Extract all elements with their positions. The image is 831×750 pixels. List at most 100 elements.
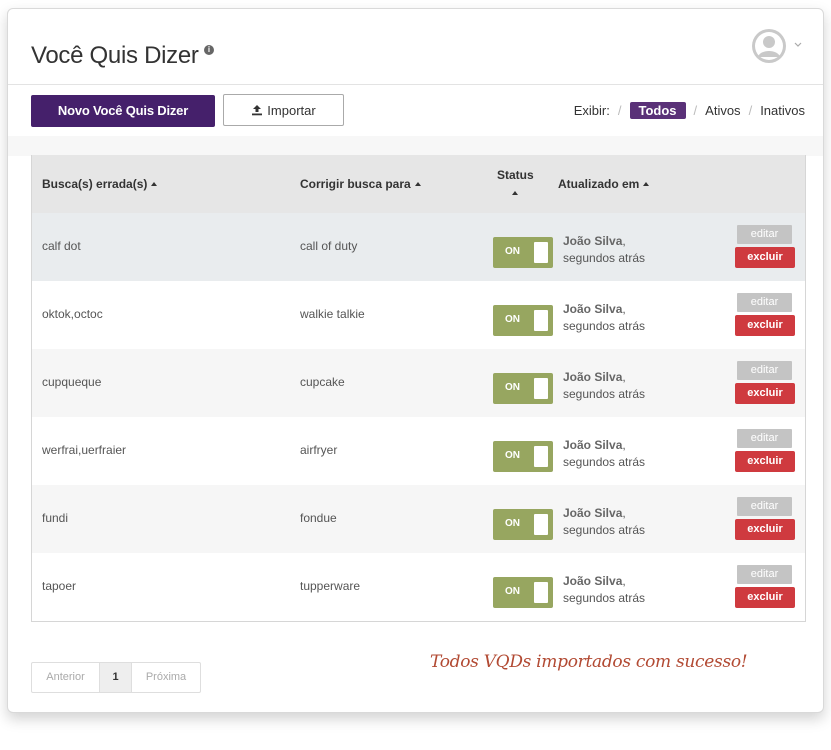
correct-search-cell: call of duty (300, 239, 358, 253)
edit-button[interactable]: editar (737, 293, 792, 312)
page-1-button[interactable]: 1 (100, 663, 132, 692)
toggle-label: ON (505, 518, 520, 529)
table-spacer (8, 136, 823, 156)
column-wrong-search[interactable]: Busca(s) errada(s) (42, 177, 158, 191)
edit-button[interactable]: editar (737, 429, 792, 448)
wrong-search-cell: fundi (42, 511, 69, 525)
updated-user: João Silva (563, 506, 623, 520)
status-toggle[interactable]: ON (493, 577, 553, 608)
page-header: Você Quis Dizer i (8, 9, 823, 85)
column-label: Corrigir busca para (300, 177, 411, 191)
column-updated[interactable]: Atualizado em (558, 177, 650, 191)
sort-asc-icon (414, 182, 421, 186)
filter-separator: / (693, 103, 698, 118)
table-row: fundi fondue ON João Silva, segundos atr… (32, 485, 805, 553)
delete-button[interactable]: excluir (735, 383, 795, 404)
updated-time: segundos atrás (563, 455, 646, 469)
updated-time: segundos atrás (563, 387, 646, 401)
updated-cell: João Silva, segundos atrás (563, 506, 646, 537)
updated-time: segundos atrás (563, 523, 646, 537)
toggle-knob (534, 514, 548, 535)
table-row: tapoer tupperware ON João Silva, segundo… (32, 553, 805, 621)
vqd-table: Busca(s) errada(s) Corrigir busca para S… (31, 155, 806, 622)
wrong-search-cell: werfrai,uerfraier (42, 443, 127, 457)
toggle-label: ON (505, 450, 520, 461)
new-vqd-button[interactable]: Novo Você Quis Dizer (31, 95, 215, 127)
next-page-button[interactable]: Próxima (132, 663, 200, 692)
info-icon[interactable]: i (204, 45, 214, 55)
updated-user: João Silva (563, 370, 623, 384)
toggle-knob (534, 446, 548, 467)
wrong-search-cell: oktok,octoc (42, 307, 103, 321)
column-correct-search[interactable]: Corrigir busca para (300, 177, 421, 191)
delete-button[interactable]: excluir (735, 247, 795, 268)
column-status[interactable]: Status (497, 168, 534, 200)
updated-user: João Silva (563, 234, 623, 248)
toggle-label: ON (505, 314, 520, 325)
status-toggle[interactable]: ON (493, 237, 553, 268)
main-card: Você Quis Dizer i Novo Você Quis Dizer I… (7, 8, 824, 713)
filter-separator: / (748, 103, 753, 118)
filter-inactive[interactable]: Inativos (760, 103, 805, 118)
edit-button[interactable]: editar (737, 565, 792, 584)
delete-button[interactable]: excluir (735, 315, 795, 336)
edit-button[interactable]: editar (737, 497, 792, 516)
pagination: Anterior 1 Próxima (31, 662, 201, 693)
chevron-down-icon[interactable] (793, 40, 803, 50)
edit-button[interactable]: editar (737, 361, 792, 380)
import-button[interactable]: Importar (223, 94, 344, 126)
filter-label: Exibir: (573, 103, 610, 118)
status-toggle[interactable]: ON (493, 509, 553, 540)
column-label: Busca(s) errada(s) (42, 177, 148, 191)
upload-icon (252, 105, 263, 116)
updated-cell: João Silva, segundos atrás (563, 234, 646, 265)
status-toggle[interactable]: ON (493, 305, 553, 336)
wrong-search-cell: calf dot (42, 239, 81, 253)
column-label: Status (497, 168, 534, 182)
updated-time: segundos atrás (563, 319, 646, 333)
wrong-search-cell: tapoer (42, 579, 77, 593)
correct-search-cell: walkie talkie (300, 307, 365, 321)
delete-button[interactable]: excluir (735, 519, 795, 540)
toggle-knob (534, 378, 548, 399)
updated-cell: João Silva, segundos atrás (563, 302, 646, 333)
status-toggle[interactable]: ON (493, 441, 553, 472)
updated-time: segundos atrás (563, 251, 646, 265)
updated-cell: João Silva, segundos atrás (563, 574, 646, 605)
success-message: Todos VQDs importados com sucesso! (430, 652, 748, 672)
filter-separator: / (617, 103, 622, 118)
edit-button[interactable]: editar (737, 225, 792, 244)
updated-user: João Silva (563, 438, 623, 452)
filter-active[interactable]: Ativos (705, 103, 740, 118)
filter-all[interactable]: Todos (629, 102, 686, 119)
correct-search-cell: airfryer (300, 443, 338, 457)
table-row: oktok,octoc walkie talkie ON João Silva,… (32, 281, 805, 349)
sort-asc-icon (151, 182, 158, 186)
sort-asc-icon (512, 191, 519, 195)
delete-button[interactable]: excluir (735, 587, 795, 608)
table-row: calf dot call of duty ON João Silva, seg… (32, 213, 805, 281)
wrong-search-cell: cupqueque (42, 375, 102, 389)
correct-search-cell: tupperware (300, 579, 361, 593)
status-toggle[interactable]: ON (493, 373, 553, 404)
correct-search-cell: fondue (300, 511, 337, 525)
toggle-label: ON (505, 382, 520, 393)
correct-search-cell: cupcake (300, 375, 345, 389)
updated-cell: João Silva, segundos atrás (563, 370, 646, 401)
toggle-knob (534, 582, 548, 603)
import-label: Importar (267, 102, 316, 118)
filter-bar: Exibir: / Todos / Ativos / Inativos (574, 102, 805, 119)
table-row: cupqueque cupcake ON João Silva, segundo… (32, 349, 805, 417)
delete-button[interactable]: excluir (735, 451, 795, 472)
toggle-label: ON (505, 586, 520, 597)
toggle-knob (534, 310, 548, 331)
sort-asc-icon (643, 182, 650, 186)
updated-time: segundos atrás (563, 591, 646, 605)
table-header: Busca(s) errada(s) Corrigir busca para S… (32, 155, 805, 213)
updated-cell: João Silva, segundos atrás (563, 438, 646, 469)
column-label: Atualizado em (558, 177, 640, 191)
toggle-knob (534, 242, 548, 263)
prev-page-button[interactable]: Anterior (32, 663, 100, 692)
toggle-label: ON (505, 246, 520, 257)
user-avatar-icon[interactable] (751, 28, 787, 64)
